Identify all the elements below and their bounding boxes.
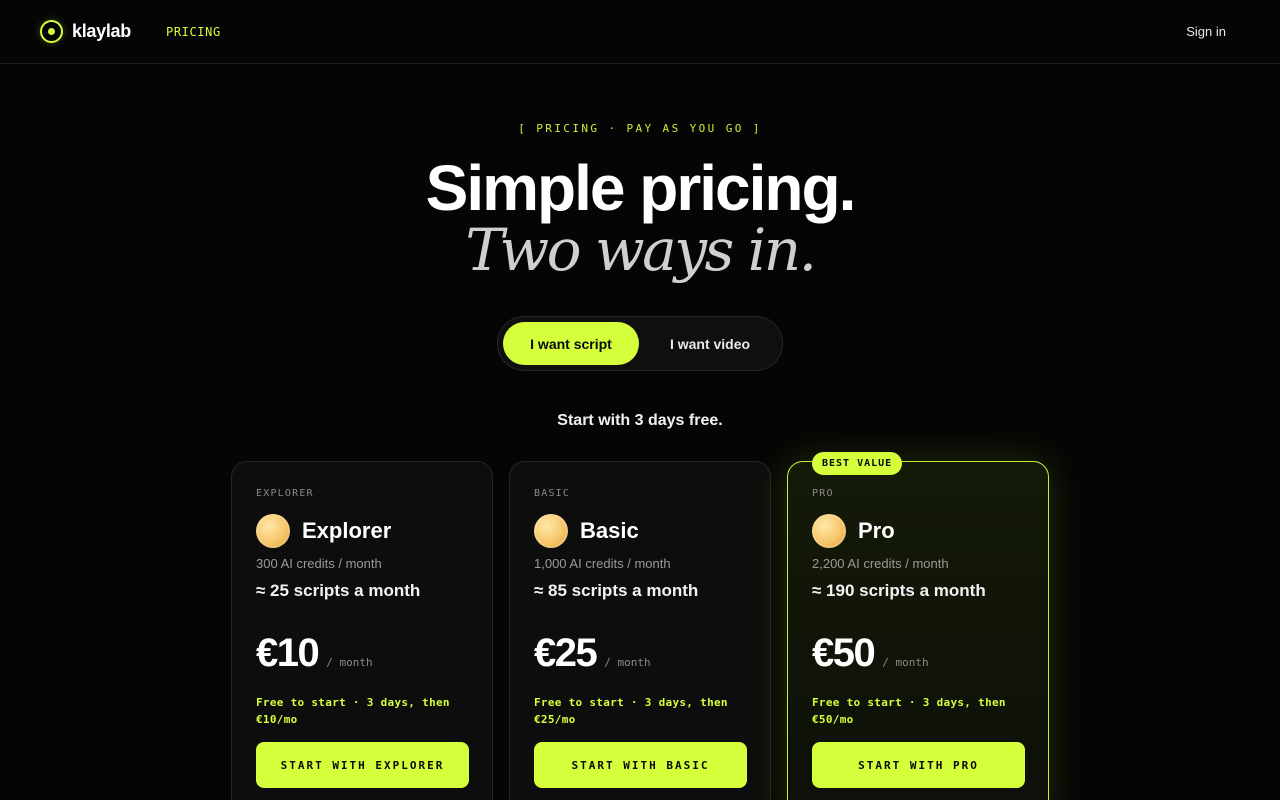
sign-in-link[interactable]: Sign in [1186, 24, 1226, 39]
plan-price: €10 [256, 631, 320, 675]
price-period: / month [326, 656, 373, 669]
page-subtitle: Two ways in. [465, 216, 817, 284]
plan-card-pro: BEST VALUE PRO Pro 2,200 AI credits / mo… [787, 452, 1049, 800]
plan-credits: 2,200 AI credits / month [812, 556, 949, 571]
top-navigation-bar: klaylab PRICING Sign in [0, 0, 1280, 64]
start-basic-button[interactable]: START WITH BASIC [534, 742, 747, 788]
plan-name: Explorer [302, 518, 392, 543]
plan-credits: 300 AI credits / month [256, 556, 382, 571]
plan-trial-text: Free to start · 3 days, then €50/mo [812, 696, 1006, 726]
plan-tier-label: PRO [812, 488, 834, 499]
coin-icon [534, 514, 568, 548]
plan-tier-label: BASIC [534, 488, 571, 499]
nav-link-pricing[interactable]: PRICING [166, 25, 221, 39]
plan-card-basic: BASIC Basic 1,000 AI credits / month ≈ 8… [509, 461, 771, 800]
price-row: €10 / month [256, 628, 373, 678]
best-value-badge: BEST VALUE [812, 452, 903, 475]
price-period: / month [604, 656, 651, 669]
plan-card-explorer: EXPLORER Explorer 300 AI credits / month… [231, 461, 493, 800]
trial-note: Start with 3 days free. [557, 412, 723, 429]
coin-icon [812, 514, 846, 548]
price-period: / month [882, 656, 929, 669]
coin-icon [256, 514, 290, 548]
price-row: €25 / month [534, 628, 651, 678]
mode-toggle: I want script I want video [497, 316, 783, 371]
start-explorer-button[interactable]: START WITH EXPLORER [256, 742, 469, 788]
plan-scripts: ≈ 190 scripts a month [812, 581, 986, 600]
plan-trial-text: Free to start · 3 days, then €25/mo [534, 696, 728, 726]
price-row: €50 / month [812, 628, 929, 678]
start-pro-button[interactable]: START WITH PRO [812, 742, 1025, 788]
toggle-option-script[interactable]: I want script [503, 322, 639, 365]
plan-trial-text: Free to start · 3 days, then €10/mo [256, 696, 450, 726]
plan-name: Pro [858, 518, 895, 543]
plan-scripts: ≈ 85 scripts a month [534, 581, 699, 600]
logo-icon [40, 20, 63, 43]
plan-credits: 1,000 AI credits / month [534, 556, 671, 571]
plan-price: €50 [812, 631, 876, 675]
toggle-option-video[interactable]: I want video [642, 322, 778, 365]
logo-text: klaylab [72, 21, 131, 41]
plan-scripts: ≈ 25 scripts a month [256, 581, 421, 600]
plan-price: €25 [534, 631, 598, 675]
plan-tier-label: EXPLORER [256, 488, 314, 499]
pricing-eyebrow: [ PRICING · PAY AS YOU GO ] [518, 122, 762, 135]
plan-name: Basic [580, 518, 639, 543]
logo-link[interactable]: klaylab [40, 20, 131, 43]
